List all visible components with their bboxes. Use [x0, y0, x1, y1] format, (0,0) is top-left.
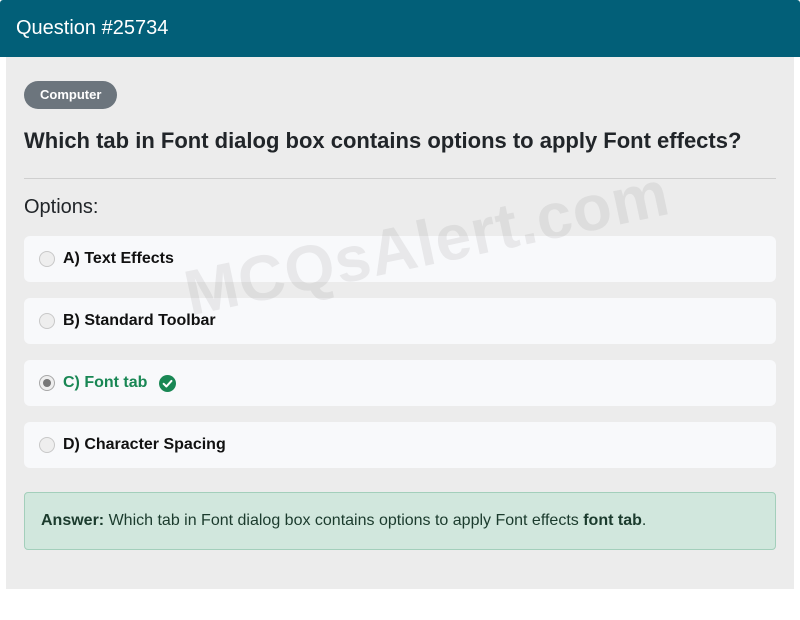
- option-label: D) Character Spacing: [63, 436, 226, 453]
- answer-prefix: Answer:: [41, 512, 105, 529]
- option-c[interactable]: C) Font tab: [24, 360, 776, 406]
- radio-button[interactable]: [39, 437, 55, 453]
- radio-button[interactable]: [39, 251, 55, 267]
- option-label: C) Font tab: [63, 374, 148, 391]
- option-label: A) Text Effects: [63, 250, 174, 267]
- option-label: B) Standard Toolbar: [63, 312, 216, 329]
- radio-button-selected[interactable]: [39, 375, 55, 391]
- radio-button[interactable]: [39, 313, 55, 329]
- answer-highlight: font tab: [583, 512, 642, 529]
- divider: [24, 178, 776, 179]
- check-circle-icon: [159, 374, 177, 392]
- question-header: Question #25734: [0, 0, 800, 57]
- answer-box: Answer: Which tab in Font dialog box con…: [24, 492, 776, 550]
- answer-suffix: .: [641, 512, 647, 529]
- answer-text: Which tab in Font dialog box contains op…: [104, 512, 584, 529]
- question-number-title: Question #25734: [16, 17, 169, 39]
- options-heading: Options:: [24, 196, 99, 218]
- question-card: Computer Which tab in Font dialog box co…: [6, 57, 794, 589]
- question-text: Which tab in Font dialog box contains op…: [24, 128, 742, 153]
- option-a[interactable]: A) Text Effects: [24, 236, 776, 282]
- option-d[interactable]: D) Character Spacing: [24, 422, 776, 468]
- option-b[interactable]: B) Standard Toolbar: [24, 298, 776, 344]
- category-badge[interactable]: Computer: [24, 81, 118, 109]
